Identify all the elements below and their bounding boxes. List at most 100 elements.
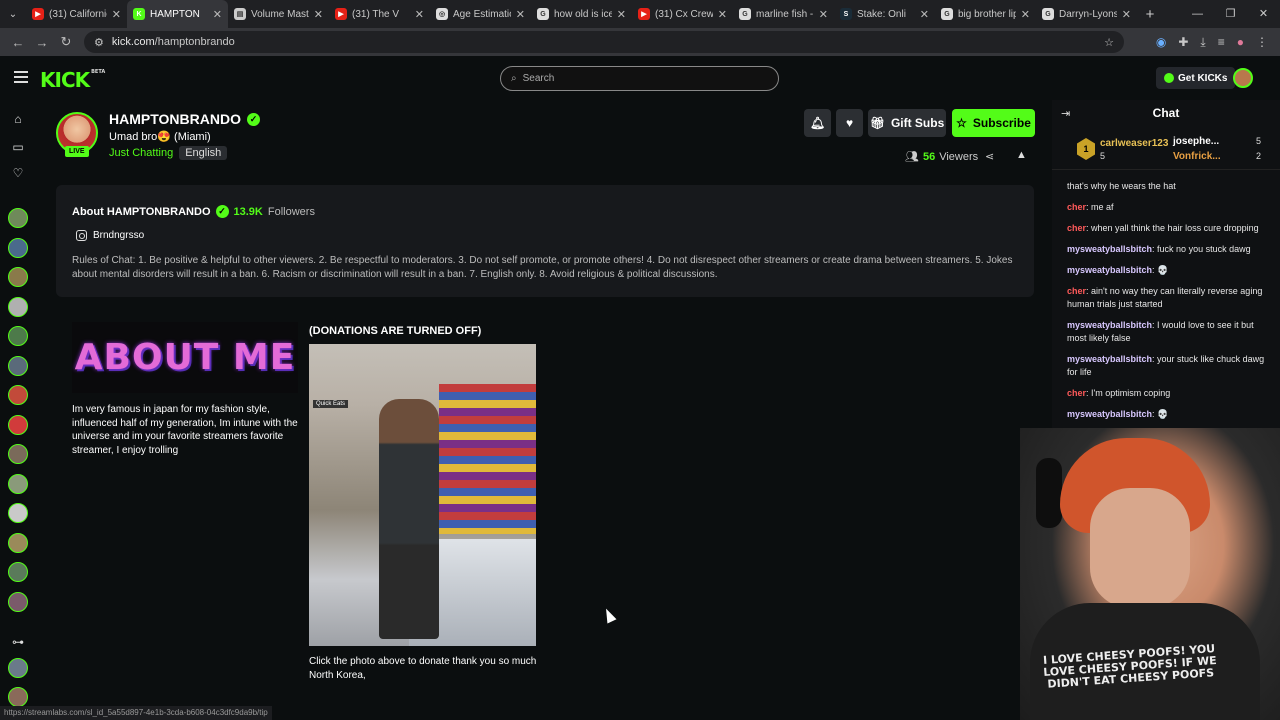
followed-channel-avatar[interactable] xyxy=(8,503,28,523)
followed-channel-avatar[interactable] xyxy=(8,444,28,464)
browser-tab[interactable]: ▶ (31) Californic ✕ xyxy=(26,0,127,28)
tab-close-icon[interactable]: ✕ xyxy=(1122,8,1131,21)
chat-username[interactable]: mysweatyballsbitch xyxy=(1067,354,1152,364)
followed-channel-avatar[interactable] xyxy=(8,562,28,582)
followed-channel-avatar[interactable] xyxy=(8,355,28,376)
hamburger-menu-icon[interactable] xyxy=(14,71,28,83)
browser-tab[interactable]: ▶ (31) Cx Crew V ✕ xyxy=(632,0,733,28)
channel-name[interactable]: HAMPTONBRANDO ✓ xyxy=(109,111,260,127)
chat-username[interactable]: cher xyxy=(1067,388,1086,398)
followed-channel-avatar[interactable] xyxy=(8,414,28,435)
bookmark-star-icon[interactable]: ☆ xyxy=(1104,36,1114,49)
followers-label: Followers xyxy=(267,205,315,218)
gifter-name[interactable]: carlweaser123 xyxy=(1100,138,1168,149)
donation-photo[interactable]: Quick Eats xyxy=(309,344,536,646)
home-icon[interactable]: ⌂ xyxy=(11,112,25,126)
restore-icon[interactable]: ❐ xyxy=(1214,0,1247,28)
instagram-link[interactable]: Brndngrsso xyxy=(76,230,144,241)
search-input[interactable]: ⌕ Search xyxy=(500,66,779,91)
gifter-name[interactable]: Vonfrick... xyxy=(1173,151,1221,162)
site-info-icon[interactable]: ⚙ xyxy=(94,36,104,49)
forward-icon[interactable]: → xyxy=(30,35,54,50)
followed-channel-avatar[interactable] xyxy=(8,473,28,494)
tab-close-icon[interactable]: ✕ xyxy=(516,8,525,21)
tab-search-icon[interactable]: ⌄ xyxy=(0,0,26,28)
user-avatar[interactable] xyxy=(1233,68,1253,88)
tab-title: Volume Maste xyxy=(251,8,309,20)
extension-icon[interactable]: ◉ xyxy=(1156,35,1166,49)
followed-channel-avatar[interactable] xyxy=(8,208,28,228)
tab-close-icon[interactable]: ✕ xyxy=(314,8,323,21)
followed-channel-avatar[interactable] xyxy=(8,267,28,287)
tab-close-icon[interactable]: ✕ xyxy=(617,8,626,21)
browse-icon[interactable]: ▭ xyxy=(11,140,25,154)
browser-tab[interactable]: G Darryn-Lyons- ✕ xyxy=(1036,0,1137,28)
followed-channel-avatar[interactable] xyxy=(8,326,28,346)
browser-tab[interactable]: ◎ Age Estimatio ✕ xyxy=(430,0,531,28)
tab-close-icon[interactable]: ✕ xyxy=(415,8,424,21)
browser-tab[interactable]: Ghow old is ice ✕ xyxy=(531,0,632,28)
logo-beta: BETA xyxy=(91,69,106,76)
chat-title: Chat xyxy=(1152,106,1180,120)
tab-favicon-icon: ▤ xyxy=(234,8,246,20)
chat-username[interactable]: cher xyxy=(1067,223,1086,233)
tab-close-icon[interactable]: ✕ xyxy=(819,8,828,21)
chat-username[interactable]: cher xyxy=(1067,202,1086,212)
gifter-name[interactable]: josephe... xyxy=(1173,136,1219,147)
notification-bell-button[interactable]: 🔔︎ xyxy=(804,109,831,137)
profile-icon[interactable]: ● xyxy=(1237,35,1244,49)
language-tag[interactable]: English xyxy=(179,146,228,160)
tab-favicon-icon: G xyxy=(739,8,751,20)
chat-message: mysweatyballsbitch: fuck no you stuck da… xyxy=(1067,243,1272,256)
live-signal-icon[interactable]: ⊶ xyxy=(11,635,25,649)
category-link[interactable]: Just Chatting xyxy=(109,147,173,159)
tab-close-icon[interactable]: ✕ xyxy=(1021,8,1030,21)
followed-channel-avatar[interactable] xyxy=(8,237,28,258)
chat-username[interactable]: cher xyxy=(1067,286,1086,296)
reload-icon[interactable]: ↻ xyxy=(54,34,78,50)
followed-channel-avatar[interactable] xyxy=(8,687,28,707)
address-bar[interactable]: ⚙ kick.com/hamptonbrando ☆ xyxy=(84,31,1124,53)
browser-tab[interactable]: ▤ Volume Maste ✕ xyxy=(228,0,329,28)
close-window-icon[interactable]: ✕ xyxy=(1247,0,1280,28)
about-card: About HAMPTONBRANDO ✓ 13.9K Followers Br… xyxy=(56,185,1034,297)
browser-tab[interactable]: Gbig brother lip ✕ xyxy=(935,0,1036,28)
followed-channel-avatar[interactable] xyxy=(8,385,28,405)
report-warning-icon[interactable]: ▲ xyxy=(1016,149,1027,161)
kick-logo[interactable]: KICK BETA xyxy=(40,68,106,92)
chat-username[interactable]: mysweatyballsbitch xyxy=(1067,265,1152,275)
chat-message: mysweatyballsbitch: 💀 xyxy=(1067,264,1272,277)
chat-username[interactable]: mysweatyballsbitch xyxy=(1067,409,1152,419)
browser-tab[interactable]: Gmarline fish - ✕ xyxy=(733,0,834,28)
tab-close-icon[interactable]: ✕ xyxy=(920,8,929,21)
followed-channel-avatar[interactable] xyxy=(8,296,28,317)
followed-channel-avatar[interactable] xyxy=(8,658,28,678)
get-kicks-button[interactable]: Get KICKs xyxy=(1156,67,1236,89)
stream-title: Umad bro😍 (Miami) xyxy=(109,131,211,143)
browser-tab[interactable]: ▶ (31) The V ✕ xyxy=(329,0,430,28)
new-tab-button[interactable]: + xyxy=(1137,6,1163,23)
browser-tab[interactable]: K HAMPTON ✕ xyxy=(127,0,228,28)
following-heart-icon[interactable]: ♡ xyxy=(11,166,25,180)
menu-dots-icon[interactable]: ⋮ xyxy=(1256,35,1268,49)
chat-username[interactable]: mysweatyballsbitch xyxy=(1067,244,1152,254)
minimize-icon[interactable]: — xyxy=(1181,0,1214,28)
followed-channel-avatar[interactable] xyxy=(8,532,28,553)
followed-channel-avatar[interactable] xyxy=(8,591,28,612)
tab-close-icon[interactable]: ✕ xyxy=(213,8,222,21)
media-icon[interactable]: ≡ xyxy=(1218,35,1225,49)
tab-close-icon[interactable]: ✕ xyxy=(718,8,727,21)
puzzle-icon[interactable]: ✚ xyxy=(1178,35,1188,49)
download-icon[interactable]: ⤓ xyxy=(1200,35,1205,50)
back-icon[interactable]: ← xyxy=(6,35,30,50)
subscribe-button[interactable]: ☆ Subscribe xyxy=(952,109,1035,137)
chat-text: : ain't no way they can literally revers… xyxy=(1067,286,1263,309)
tab-close-icon[interactable]: ✕ xyxy=(112,8,121,21)
gift-subs-button[interactable]: 🎁︎ Gift Subs xyxy=(868,109,946,137)
chat-username[interactable]: mysweatyballsbitch xyxy=(1067,320,1152,330)
store-sign: Quick Eats xyxy=(313,400,349,408)
rank-badge: 1 xyxy=(1077,138,1095,160)
share-icon[interactable]: ⋖ xyxy=(985,150,994,163)
browser-tab[interactable]: S Stake: Onli ✕ xyxy=(834,0,935,28)
follow-heart-button[interactable]: ♥ xyxy=(836,109,863,137)
